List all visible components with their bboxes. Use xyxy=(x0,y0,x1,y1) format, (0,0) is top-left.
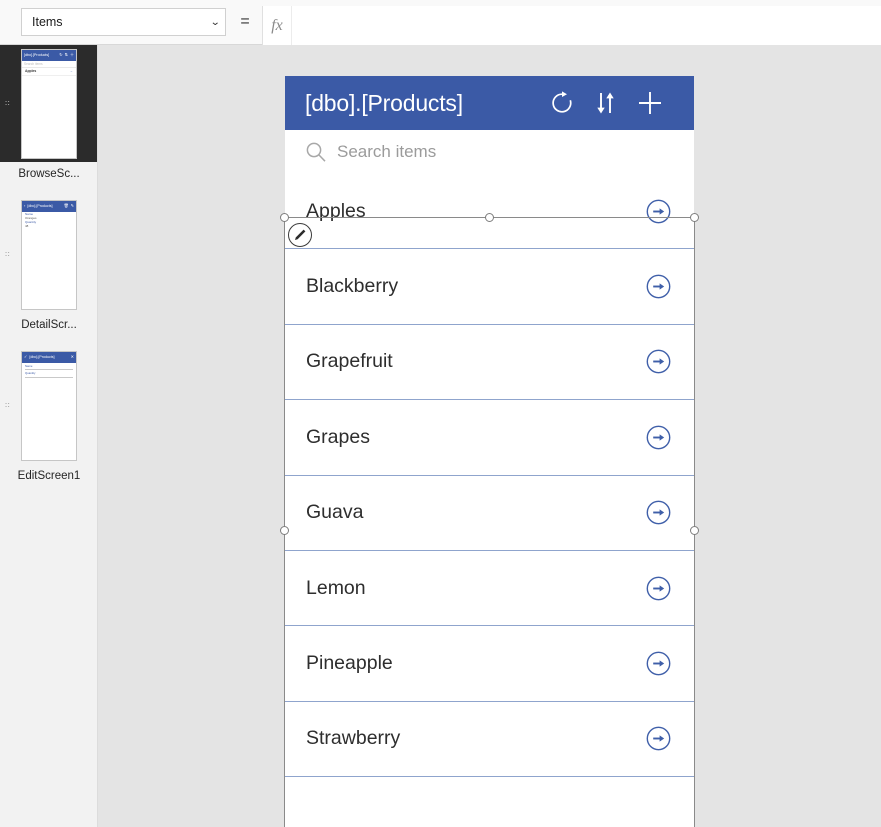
thumb-search: Search items xyxy=(22,61,76,68)
gallery-row[interactable]: Apples xyxy=(285,174,694,250)
thumbnail-preview: [dbo].[Products] ↻ ⇅ ＋ Search items Appl… xyxy=(21,48,77,159)
thumb-add-icon: ＋ xyxy=(70,52,74,57)
thumbnail-preview: ✓ [dbo].[Products] ✕ Name Quantity xyxy=(21,350,77,461)
gallery-row-name: Grapefruit xyxy=(306,350,393,373)
add-icon[interactable] xyxy=(628,81,672,125)
thumbnail-editscreen1[interactable]: ∶∶ ✓ [dbo].[Products] ✕ Name Quantity xyxy=(0,347,97,464)
thumb-form-field: Quantity xyxy=(22,370,76,378)
gallery-row[interactable]: Lemon xyxy=(285,550,694,627)
thumb-search-text: Search items xyxy=(24,61,43,66)
thumb-field-value: 48 xyxy=(22,224,76,228)
gallery-row[interactable]: Pineapple xyxy=(285,626,694,702)
refresh-icon[interactable] xyxy=(540,81,584,125)
gallery-row[interactable]: Blackberry xyxy=(285,249,694,325)
thumb-title: [dbo].[Products] xyxy=(24,53,50,57)
sidebar-item-label: DetailScr... xyxy=(21,319,77,331)
property-dropdown[interactable]: Items ⌄ xyxy=(21,8,226,36)
gallery-row-name: Guava xyxy=(306,501,364,524)
gallery-row-name: Lemon xyxy=(306,576,366,599)
chevron-down-icon: ⌄ xyxy=(209,16,221,28)
gallery-row-name: Pineapple xyxy=(306,652,393,675)
gallery-row[interactable]: Guava xyxy=(285,475,694,551)
arrow-right-circle-icon[interactable] xyxy=(646,274,671,299)
drag-handle-icon[interactable]: ∶∶ xyxy=(5,99,10,108)
thumb-field-underline xyxy=(25,376,73,378)
screens-sidebar[interactable]: ∶∶ [dbo].[Products] ↻ ⇅ ＋ Search items A… xyxy=(0,45,98,827)
gallery-row-name: Strawberry xyxy=(306,727,401,750)
gallery-row-partial[interactable] xyxy=(285,777,694,798)
thumbnail-browsescreen[interactable]: ∶∶ [dbo].[Products] ↻ ⇅ ＋ Search items A… xyxy=(0,45,97,162)
phone-preview[interactable]: [dbo].[Products] Search items Apples Bla… xyxy=(285,76,694,827)
sidebar-item-detailscreen[interactable]: ∶∶ ‹ [dbo].[Products] 🗑 ✎ Name Oranges Q… xyxy=(0,196,97,347)
sort-icon[interactable] xyxy=(584,81,628,125)
thumbnail-detailscreen[interactable]: ∶∶ ‹ [dbo].[Products] 🗑 ✎ Name Oranges Q… xyxy=(0,196,97,313)
thumb-header: ✓ [dbo].[Products] ✕ xyxy=(22,351,76,363)
arrow-right-circle-icon[interactable] xyxy=(646,349,671,374)
items-gallery[interactable]: Apples Blackberry Grapefruit Grapes Guava Lem… xyxy=(285,174,694,798)
gallery-row-name: Blackberry xyxy=(306,275,399,298)
gallery-row[interactable]: Grapefruit xyxy=(285,324,694,401)
thumb-header: [dbo].[Products] ↻ ⇅ ＋ xyxy=(22,49,76,61)
thumb-title: [dbo].[Products] xyxy=(27,204,53,208)
pencil-icon[interactable] xyxy=(288,223,312,247)
search-icon xyxy=(305,141,327,163)
arrow-right-circle-icon[interactable] xyxy=(646,425,671,450)
arrow-right-circle-icon[interactable] xyxy=(646,726,671,751)
drag-handle-icon[interactable]: ∶∶ xyxy=(5,401,10,410)
drag-handle-icon[interactable]: ∶∶ xyxy=(5,250,10,259)
property-dropdown-value: Items xyxy=(32,15,63,29)
page-title: [dbo].[Products] xyxy=(305,89,463,116)
thumb-cancel-icon: ✕ xyxy=(70,354,74,359)
gallery-row-name: Apples xyxy=(306,199,366,222)
arrow-right-circle-icon[interactable] xyxy=(646,651,671,676)
thumb-refresh-icon: ↻ xyxy=(59,52,63,57)
thumb-back-icon: ‹ xyxy=(24,203,26,208)
thumb-row-name: Apples xyxy=(25,69,37,73)
gallery-row-name: Grapes xyxy=(306,425,370,448)
thumb-field-text: 48 xyxy=(25,223,29,228)
sidebar-item-browsescreen[interactable]: ∶∶ [dbo].[Products] ↻ ⇅ ＋ Search items A… xyxy=(0,45,97,196)
thumb-edit-icon: ✎ xyxy=(70,203,74,208)
fx-icon: fx xyxy=(263,6,292,45)
search-bar[interactable]: Search items xyxy=(285,130,694,174)
gallery-row[interactable]: Strawberry xyxy=(285,701,694,778)
gallery-row[interactable]: Grapes xyxy=(285,400,694,476)
formula-input[interactable]: fx SortByColumns( Search( '[dbo].[Produc… xyxy=(262,6,881,110)
app-header: [dbo].[Products] xyxy=(285,76,694,130)
sidebar-item-label: EditScreen1 xyxy=(17,470,81,482)
thumb-row: Apples → xyxy=(22,68,76,76)
app-canvas[interactable]: [dbo].[Products] Search items Apples Bla… xyxy=(98,45,881,827)
search-input[interactable]: Search items xyxy=(337,142,436,162)
thumb-delete-icon: 🗑 xyxy=(63,203,69,208)
thumb-field-text: Name xyxy=(25,363,33,368)
arrow-right-circle-icon[interactable] xyxy=(646,199,671,224)
thumb-check-icon: ✓ xyxy=(24,354,28,359)
arrow-right-circle-icon[interactable] xyxy=(646,576,671,601)
sidebar-item-label: BrowseSc... xyxy=(18,168,80,180)
thumb-form-field: Name xyxy=(22,363,76,370)
thumb-sort-icon: ⇅ xyxy=(64,52,68,57)
thumb-title: [dbo].[Products] xyxy=(29,355,55,359)
sidebar-item-editscreen1[interactable]: ∶∶ ✓ [dbo].[Products] ✕ Name Quantity Ed… xyxy=(0,347,97,498)
equals-sign: = xyxy=(240,13,250,30)
arrow-right-circle-icon[interactable] xyxy=(646,500,671,525)
thumbnail-preview: ‹ [dbo].[Products] 🗑 ✎ Name Oranges Quan… xyxy=(21,199,77,310)
thumb-header: ‹ [dbo].[Products] 🗑 ✎ xyxy=(22,200,76,212)
thumb-field-text: Quantity xyxy=(25,371,36,375)
thumb-row-arrow-icon: → xyxy=(69,69,73,73)
formula-bar: Items ⌄ = fx SortByColumns( Search( '[db… xyxy=(0,0,881,110)
